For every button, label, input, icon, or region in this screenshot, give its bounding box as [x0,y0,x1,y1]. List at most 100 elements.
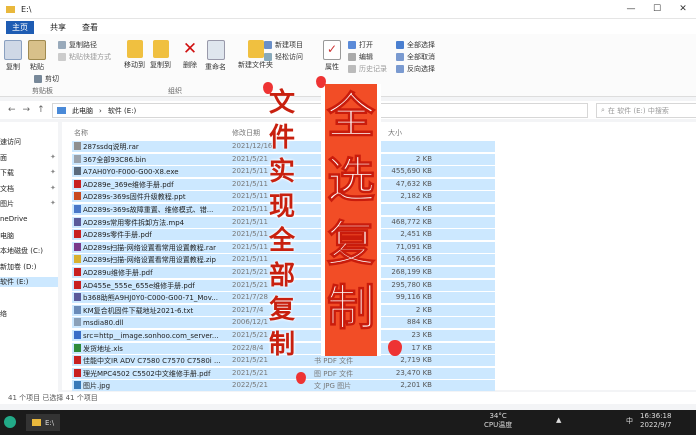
file-type-icon [74,192,81,201]
file-date: 2021/5/21 [232,356,268,365]
copy-to-button[interactable]: 复制到 [150,40,171,70]
delete-icon: ✕ [182,39,198,59]
nav-item[interactable]: 面 [0,153,7,163]
address-bar-row: ← → ↑ 此电脑 › 软件 (E:) ⌕ 在 软件 (E:) 中搜索 [0,101,696,119]
folder-icon [6,5,15,13]
new-folder-icon [247,40,264,58]
back-arrow-icon[interactable]: ← [8,105,16,115]
file-type-icon [74,343,81,352]
new-item-button[interactable]: 新建项目 [264,40,303,50]
file-size: 74,656 KB [395,255,432,264]
properties-button[interactable]: ✓ 属性 [323,40,341,72]
nav-item[interactable]: 软件 (E:) [0,277,58,288]
nav-item[interactable]: 文档 [0,184,14,194]
file-row[interactable]: AD455e_555e_655e维修手册.pdf 2021/5/21 295,780… [72,279,495,291]
file-row[interactable]: 理光MPC4502 C5502中文维修手册.pdf 2021/5/21 图 PDF … [72,367,495,379]
close-button[interactable]: ✕ [670,4,696,14]
column-size-header[interactable]: 大小 [388,128,402,138]
nav-item[interactable]: 新加卷 (D:) [0,262,36,272]
paste-shortcut-button[interactable]: 粘贴快捷方式 [58,52,111,62]
file-row[interactable]: AD289u维修手册.pdf 2021/5/21 268,199 KB [72,267,495,278]
rename-button[interactable]: 重命名 [205,40,226,72]
file-row[interactable]: AD289s扫描-网络设置看常用设置教程.zip 2021/5/11 74,656 … [72,254,495,266]
file-row[interactable]: AD289s-369s固件升级教程.ppt 2021/5/11 2,182 KB [72,191,495,203]
history-button[interactable]: 历史记录 [348,64,387,74]
invert-selection-button[interactable]: 反向选择 [396,64,435,74]
file-type-icon [74,268,81,276]
cut-label: 剪切 [45,75,59,83]
status-bar: 41 个项目 已选择 41 个项目 [0,392,696,404]
easy-access-button[interactable]: 轻松访问 [264,52,303,62]
file-row[interactable]: msdia80.dll 2006/12/1 884 KB [72,317,495,329]
file-name: b368助熊A9HJ0Y0-C000-G00-71_Mov... [74,293,232,303]
file-row[interactable]: src=http__image.sonhoo.com_server... 2021… [72,330,495,341]
open-label: 打开 [359,41,373,49]
nav-item[interactable]: 图片 [0,199,14,209]
maximize-button[interactable]: ☐ [644,4,670,14]
file-row[interactable]: AD289s扫描-网络设置看常用设置教程.rar 2021/5/11 71,091 … [72,241,495,253]
file-type-icon [74,293,81,302]
breadcrumb-pc[interactable]: 此电脑 [72,106,93,116]
file-date: 2021/5/21 [232,154,268,163]
ime-indicator[interactable]: 中 [626,416,633,426]
file-type-icon [74,242,81,251]
select-none-button[interactable]: 全部取消 [396,52,435,62]
move-to-button[interactable]: 移动到 [124,40,145,70]
pin-icon: ✦ [50,168,56,177]
breadcrumb-drive[interactable]: 软件 (E:) [108,106,136,116]
file-row[interactable]: A7AH0Y0-F000-G00-X8.exe 2021/5/11 455,690 … [72,166,495,178]
delete-button[interactable]: ✕ 删除 [182,40,198,70]
file-type-icon [74,318,81,327]
copy-path-button[interactable]: 复制路径 [58,40,97,50]
paste-button[interactable]: 粘贴 [28,40,46,72]
file-name: 发货地址.xls [74,343,232,354]
tab-home[interactable]: 主页 [6,20,34,34]
column-name-header[interactable]: 名称 [74,128,88,138]
taskbar-explorer-button[interactable]: E:\ [26,414,61,431]
nav-item[interactable]: 下载 [0,168,14,178]
select-none-label: 全部取消 [407,53,435,61]
tab-view[interactable]: 查看 [82,22,98,33]
file-row[interactable]: 图片.jpg 2022/5/21 文 JPG 图片 2,201 KB [72,380,495,392]
minimize-button[interactable]: — [618,4,644,14]
start-icon[interactable] [4,416,16,428]
copy-to-label: 复制到 [150,61,171,69]
file-row[interactable]: AD289s常用零件拆卸方法.mp4 2021/5/11 468,772 KB [72,216,495,228]
file-type: 图 PDF 文件 [314,369,354,378]
network-icon[interactable]: ▲ [556,416,561,424]
file-name: 图片.jpg [74,381,232,391]
column-modified-header[interactable]: 修改日期 [232,128,260,138]
forward-arrow-icon[interactable]: → [23,105,31,115]
edit-button[interactable]: 编辑 [348,52,373,62]
paste-icon [28,40,46,60]
select-all-button[interactable]: 全部选择 [396,40,435,50]
clock[interactable]: 16:36:18 2022/9/7 [640,412,671,430]
file-row[interactable]: AD289s-369s故障重置、维修模式、错... 2021/5/11 4 KB [72,204,495,215]
file-row[interactable]: 287ssdq说明.rar 2021/12/16 [72,141,495,152]
file-row[interactable]: 佳能中文IR ADV C7580 C7570 C7580i ... 2021/5/… [72,355,495,367]
address-path[interactable]: 此电脑 › 软件 (E:) [52,103,588,118]
nav-item[interactable]: 速访问 [0,137,21,147]
search-input[interactable]: ⌕ 在 软件 (E:) 中搜索 [596,103,696,118]
file-row[interactable]: b368助熊A9HJ0Y0-C000-G00-71_Mov... 2021/7/2… [72,292,495,304]
file-type-icon [74,356,81,365]
file-row[interactable]: AD289e_369e维修手册.pdf 2021/5/11 47,632 KB [72,178,495,190]
nav-item[interactable]: 电脑 [0,231,14,241]
cut-button[interactable]: 剪切 [34,74,59,84]
file-row[interactable]: 367全部93C86.bin 2021/5/21 2 KB [72,153,495,165]
nav-item[interactable]: neDrive [0,215,27,223]
copy-button[interactable]: 复制 [4,40,22,72]
file-size: 295,780 KB [391,280,432,289]
file-row[interactable]: KM复合机固件下载地址2021-6.txt 2021/7/4 2 KB [72,304,495,316]
file-name: A7AH0Y0-F000-G00-X8.exe [74,167,232,176]
tab-share[interactable]: 共享 [50,22,66,33]
nav-item[interactable]: 络 [0,309,7,319]
up-arrow-icon[interactable]: ↑ [37,105,45,115]
file-date: 2021/5/11 [232,179,268,188]
file-row[interactable]: 发货地址.xls 2022/8/4 17 KB [72,342,495,354]
invert-selection-label: 反向选择 [407,65,435,73]
open-button[interactable]: 打开 [348,40,373,50]
nav-item[interactable]: 本地磁盘 (C:) [0,246,43,256]
file-date: 2021/5/21 [232,368,268,377]
file-row[interactable]: AD289s零件手册.pdf 2021/5/11 2,451 KB [72,229,495,241]
